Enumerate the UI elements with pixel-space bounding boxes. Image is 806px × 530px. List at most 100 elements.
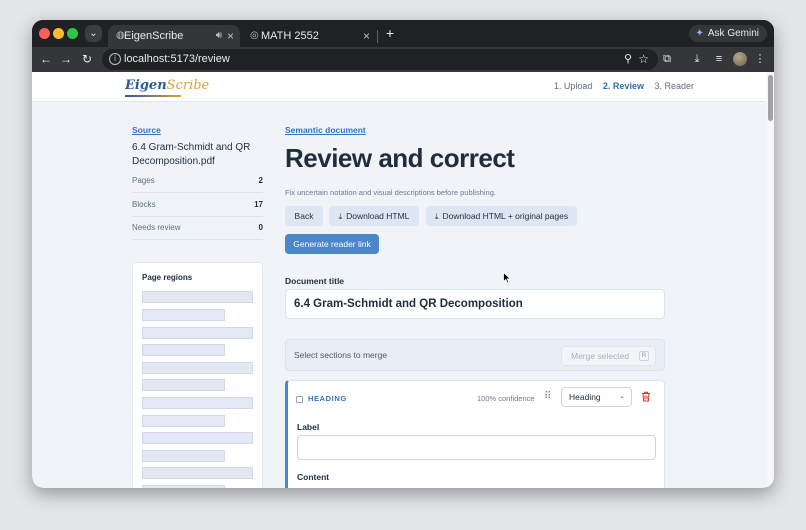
extensions-icon[interactable]: ⧉ bbox=[658, 50, 676, 68]
block-card: HEADING 100% confidence ⠿ Heading ⌄ Labe… bbox=[285, 380, 665, 488]
browser-window: ⌄ ◍ EigenScribe 🔊︎ × ◎ MATH 2552 × + ✦ As… bbox=[32, 20, 774, 488]
bookmark-star-icon[interactable]: ☆ bbox=[638, 49, 649, 70]
download-html-pages-button[interactable]: ⤓ Download HTML + original pages bbox=[426, 206, 577, 226]
close-tab-icon[interactable]: × bbox=[227, 25, 234, 47]
region-block[interactable] bbox=[142, 327, 253, 339]
chevron-down-icon: ⌄ bbox=[619, 393, 625, 400]
gemini-spark-icon: ✦ bbox=[695, 28, 704, 39]
logo-rest: Scribe bbox=[166, 78, 210, 93]
close-tab-icon[interactable]: × bbox=[363, 25, 370, 47]
scrollbar-thumb[interactable] bbox=[768, 75, 773, 121]
block-kind-label: HEADING bbox=[308, 394, 347, 403]
label-input[interactable] bbox=[297, 435, 656, 460]
block-type-value: Heading bbox=[569, 392, 601, 402]
source-link[interactable]: Source bbox=[132, 125, 161, 135]
tab-math-2552[interactable]: ◎ MATH 2552 × bbox=[242, 25, 376, 47]
app-header: EigenScribe 1. Upload 2. Review 3. Reade… bbox=[32, 72, 766, 102]
eigenscribe-logo[interactable]: EigenScribe bbox=[125, 78, 210, 97]
generate-reader-link-button[interactable]: Generate reader link bbox=[285, 234, 379, 254]
page-scrollbar[interactable] bbox=[766, 72, 774, 488]
forward-arrow-icon[interactable]: → bbox=[57, 50, 75, 68]
region-block[interactable] bbox=[142, 397, 253, 409]
region-block[interactable] bbox=[142, 467, 253, 479]
document-title-label: Document title bbox=[285, 276, 345, 286]
region-block[interactable] bbox=[142, 379, 225, 391]
step-reader[interactable]: 3. Reader bbox=[654, 81, 694, 91]
page-regions-title: Page regions bbox=[142, 273, 193, 282]
document-title-input[interactable]: 6.4 Gram-Schmidt and QR Decomposition bbox=[285, 289, 665, 319]
page-regions-panel: Page regions bbox=[132, 262, 263, 488]
stat-value: 2 bbox=[258, 176, 263, 185]
merge-selected-button[interactable]: Merge selected R bbox=[561, 346, 656, 366]
stat-label: Pages bbox=[132, 176, 155, 185]
download-icon[interactable]: ⤓ bbox=[688, 50, 706, 68]
merge-selected-label: Merge selected bbox=[571, 351, 630, 361]
drag-handle-icon[interactable]: ⠿ bbox=[544, 391, 551, 402]
download-icon: ⤓ bbox=[434, 212, 439, 221]
stat-blocks: Blocks 17 bbox=[132, 195, 263, 217]
address-bar[interactable]: i localhost:5173/review ⚲ ☆ bbox=[102, 49, 658, 70]
browser-toolbar: ← → ↻ i localhost:5173/review ⚲ ☆ ⧉ ⤓ ≡ … bbox=[32, 47, 774, 72]
tab-divider bbox=[377, 30, 378, 43]
tab-search-chevron-icon[interactable]: ⌄ bbox=[85, 25, 102, 42]
block-type-select[interactable]: Heading ⌄ bbox=[561, 387, 632, 407]
maximize-window-button[interactable] bbox=[67, 28, 78, 39]
stat-label: Needs review bbox=[132, 223, 181, 232]
back-button-label: Back bbox=[294, 211, 314, 221]
download-html-label: Download HTML bbox=[346, 211, 410, 221]
stat-value: 17 bbox=[254, 200, 263, 209]
back-arrow-icon[interactable]: ← bbox=[37, 50, 55, 68]
region-block[interactable] bbox=[142, 362, 253, 374]
generate-reader-link-label: Generate reader link bbox=[293, 239, 371, 249]
logo-underline bbox=[125, 95, 181, 97]
url-text[interactable]: localhost:5173/review bbox=[124, 49, 230, 70]
download-icon: ⤓ bbox=[338, 212, 343, 221]
region-block[interactable] bbox=[142, 344, 225, 356]
region-block[interactable] bbox=[142, 450, 225, 462]
stat-pages: Pages 2 bbox=[132, 171, 263, 193]
new-tab-button[interactable]: + bbox=[382, 25, 398, 42]
region-block[interactable] bbox=[142, 291, 253, 303]
tab-title: EigenScribe bbox=[124, 30, 184, 42]
globe-icon: ◎ bbox=[250, 30, 259, 41]
semantic-document-link[interactable]: Semantic document bbox=[285, 125, 366, 135]
stat-needs-review: Needs review 0 bbox=[132, 218, 263, 240]
stat-label: Blocks bbox=[132, 200, 156, 209]
step-review[interactable]: 2. Review bbox=[603, 81, 644, 91]
region-block[interactable] bbox=[142, 415, 225, 427]
page-subtitle: Fix uncertain notation and visual descri… bbox=[285, 188, 496, 197]
label-field-label: Label bbox=[297, 422, 320, 432]
download-html-button[interactable]: ⤓ Download HTML bbox=[329, 206, 419, 226]
zoom-icon[interactable]: ⚲ bbox=[624, 49, 632, 70]
ask-gemini-label: Ask Gemini bbox=[707, 28, 759, 39]
page-viewport: EigenScribe 1. Upload 2. Review 3. Reade… bbox=[32, 72, 774, 488]
tab-title: MATH 2552 bbox=[261, 30, 319, 42]
logo-main: Eigen bbox=[125, 78, 167, 93]
source-filename: 6.4 Gram-Schmidt and QR Decomposition.pd… bbox=[132, 142, 251, 167]
page-title: Review and correct bbox=[285, 143, 515, 173]
document-title-value[interactable]: 6.4 Gram-Schmidt and QR Decomposition bbox=[294, 298, 523, 310]
menu-kebab-icon[interactable]: ⋮ bbox=[751, 50, 769, 68]
minimize-window-button[interactable] bbox=[53, 28, 64, 39]
step-nav: 1. Upload 2. Review 3. Reader bbox=[546, 81, 694, 91]
tab-eigenscribe[interactable]: ◍ EigenScribe 🔊︎ × bbox=[108, 25, 240, 47]
shortcut-key: R bbox=[639, 351, 649, 361]
speaker-icon[interactable]: 🔊︎ bbox=[216, 25, 222, 47]
site-info-icon[interactable]: i bbox=[109, 53, 121, 65]
reload-icon[interactable]: ↻ bbox=[78, 50, 96, 68]
download-html-pages-label: Download HTML + original pages bbox=[442, 211, 569, 221]
media-controls-icon[interactable]: ≡ bbox=[710, 50, 728, 68]
trash-icon[interactable] bbox=[641, 391, 651, 402]
ask-gemini-button[interactable]: ✦ Ask Gemini bbox=[689, 25, 767, 42]
step-upload[interactable]: 1. Upload bbox=[554, 81, 593, 91]
merge-toolbar: Select sections to merge Merge selected … bbox=[285, 339, 665, 371]
back-button[interactable]: Back bbox=[285, 206, 323, 226]
region-block[interactable] bbox=[142, 485, 225, 488]
select-block-checkbox[interactable] bbox=[296, 396, 303, 403]
region-block[interactable] bbox=[142, 432, 253, 444]
region-block[interactable] bbox=[142, 309, 225, 321]
stat-value: 0 bbox=[258, 223, 263, 232]
confidence-label: 100% confidence bbox=[477, 394, 535, 403]
close-window-button[interactable] bbox=[39, 28, 50, 39]
profile-avatar[interactable] bbox=[733, 52, 747, 66]
